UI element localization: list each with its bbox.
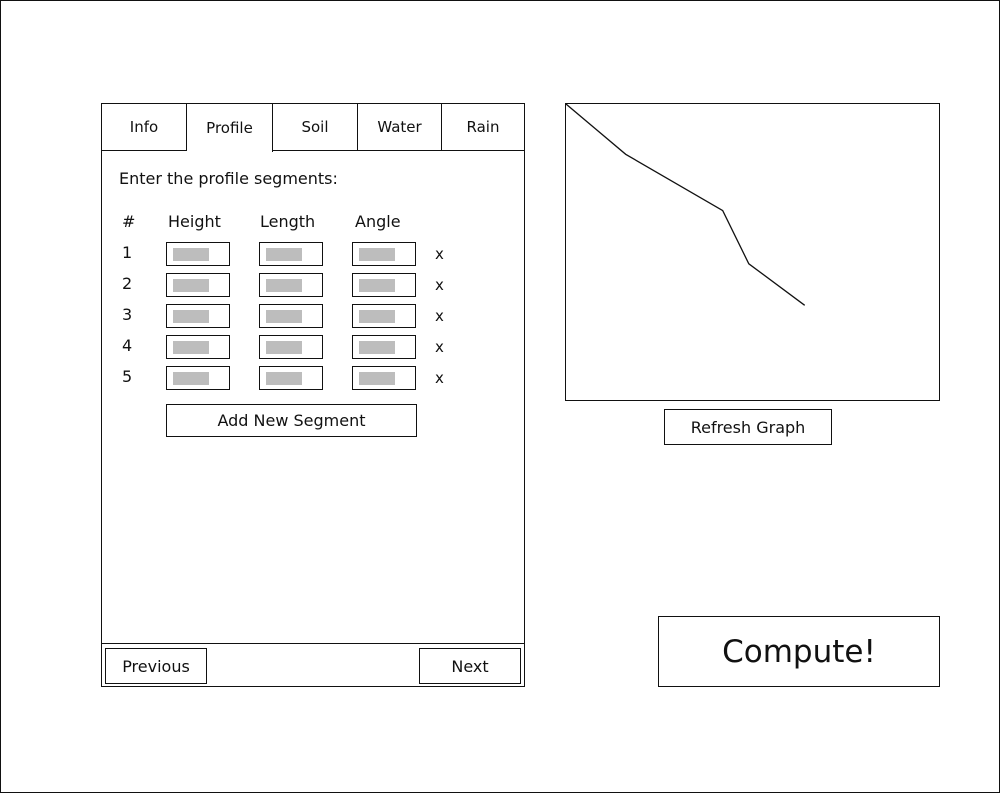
delete-segment-button[interactable]: x [435,307,444,325]
height-input[interactable] [166,366,230,390]
compute-button[interactable]: Compute! [658,616,940,687]
column-number-header: # [122,212,136,231]
segment-number: 2 [122,274,133,293]
length-input[interactable] [259,335,323,359]
angle-input[interactable] [352,273,416,297]
segment-number: 3 [122,305,133,324]
input-placeholder [173,248,209,261]
previous-button[interactable]: Previous [105,648,207,684]
length-input[interactable] [259,242,323,266]
delete-segment-button[interactable]: x [435,276,444,294]
input-placeholder [359,310,395,323]
delete-segment-button[interactable]: x [435,245,444,263]
input-placeholder [266,310,302,323]
delete-segment-button[interactable]: x [435,338,444,356]
profile-graph [565,103,940,401]
length-input[interactable] [259,273,323,297]
input-placeholder [266,341,302,354]
input-placeholder [359,341,395,354]
input-placeholder [173,372,209,385]
input-placeholder [359,279,395,292]
tab-water[interactable]: Water [358,104,442,151]
next-button[interactable]: Next [419,648,521,684]
input-placeholder [173,310,209,323]
segment-number: 1 [122,243,133,262]
input-placeholder [359,248,395,261]
tab-profile[interactable]: Profile [187,104,273,152]
tab-info[interactable]: Info [102,104,187,151]
input-placeholder [266,372,302,385]
delete-segment-button[interactable]: x [435,369,444,387]
angle-input[interactable] [352,335,416,359]
length-input[interactable] [259,304,323,328]
tab-rain[interactable]: Rain [442,104,524,151]
tab-soil[interactable]: Soil [273,104,358,151]
add-segment-button[interactable]: Add New Segment [166,404,417,437]
input-placeholder [359,372,395,385]
column-height-header: Height [168,212,221,231]
column-length-header: Length [260,212,316,231]
form-panel: Info Profile Soil Water Rain Enter the p… [101,103,525,687]
input-placeholder [266,279,302,292]
segment-number: 5 [122,367,133,386]
input-placeholder [266,248,302,261]
tab-bar: Info Profile Soil Water Rain [102,104,524,152]
height-input[interactable] [166,304,230,328]
length-input[interactable] [259,366,323,390]
input-placeholder [173,279,209,292]
segment-number: 4 [122,336,133,355]
height-input[interactable] [166,242,230,266]
graph-canvas [566,104,806,306]
profile-line [566,104,806,306]
input-placeholder [173,341,209,354]
column-angle-header: Angle [355,212,401,231]
footer-divider [102,643,524,644]
angle-input[interactable] [352,366,416,390]
angle-input[interactable] [352,242,416,266]
instructions-text: Enter the profile segments: [119,169,338,188]
height-input[interactable] [166,335,230,359]
height-input[interactable] [166,273,230,297]
refresh-graph-button[interactable]: Refresh Graph [664,409,832,445]
angle-input[interactable] [352,304,416,328]
